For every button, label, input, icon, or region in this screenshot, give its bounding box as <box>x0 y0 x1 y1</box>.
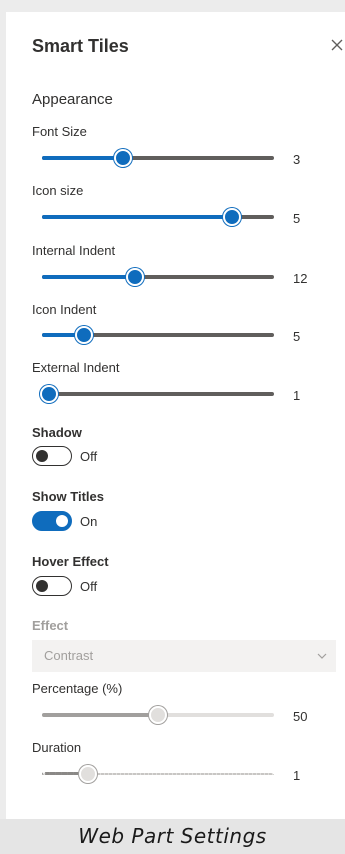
external-indent-slider[interactable] <box>39 384 274 404</box>
slider-thumb[interactable] <box>114 149 133 167</box>
slider-thumb[interactable] <box>79 765 98 783</box>
external-indent-value: 1 <box>293 388 301 403</box>
internal-indent-slider[interactable] <box>42 267 274 287</box>
effect-dropdown: Contrast <box>32 640 336 672</box>
duration-slider[interactable] <box>42 764 274 784</box>
font-size-value: 3 <box>293 152 301 167</box>
internal-indent-value: 12 <box>293 271 308 286</box>
external-indent-label: External Indent <box>32 360 120 375</box>
icon-indent-slider[interactable] <box>42 325 274 345</box>
caption: Web Part Settings <box>0 819 345 854</box>
font-size-slider[interactable] <box>42 148 274 168</box>
slider-thumb[interactable] <box>39 385 58 403</box>
shadow-state: Off <box>80 449 98 464</box>
panel-title: Smart Tiles <box>32 36 129 56</box>
hover-effect-label: Hover Effect <box>32 554 109 569</box>
slider-thumb[interactable] <box>74 326 93 344</box>
icon-size-slider[interactable] <box>42 207 274 227</box>
effect-selected-value: Contrast <box>44 648 94 663</box>
font-size-label: Font Size <box>32 124 87 139</box>
hover-effect-toggle[interactable] <box>32 576 72 596</box>
slider-thumb[interactable] <box>149 706 167 724</box>
internal-indent-label: Internal Indent <box>32 243 116 258</box>
show-titles-state: On <box>80 514 98 529</box>
slider-thumb[interactable] <box>125 268 144 286</box>
duration-value: 1 <box>293 768 301 783</box>
close-icon[interactable] <box>328 36 345 54</box>
duration-label: Duration <box>32 740 82 755</box>
effect-label: Effect <box>32 618 69 633</box>
shadow-label: Shadow <box>32 425 82 440</box>
slider-thumb[interactable] <box>223 208 242 226</box>
percentage-value: 50 <box>293 709 308 724</box>
chevron-down-icon <box>317 653 327 659</box>
hover-effect-state: Off <box>80 579 98 594</box>
icon-size-value: 5 <box>293 211 301 226</box>
percentage-slider[interactable] <box>42 705 274 725</box>
icon-indent-value: 5 <box>293 329 301 344</box>
show-titles-toggle[interactable] <box>32 511 72 531</box>
settings-panel: Smart Tiles Appearance Font Size 3 Icon … <box>6 12 345 819</box>
icon-indent-label: Icon Indent <box>32 302 97 317</box>
shadow-toggle[interactable] <box>32 446 72 466</box>
show-titles-label: Show Titles <box>32 489 104 504</box>
section-heading-appearance: Appearance <box>32 91 113 108</box>
icon-size-label: Icon size <box>32 183 84 198</box>
percentage-label: Percentage (%) <box>32 681 123 696</box>
